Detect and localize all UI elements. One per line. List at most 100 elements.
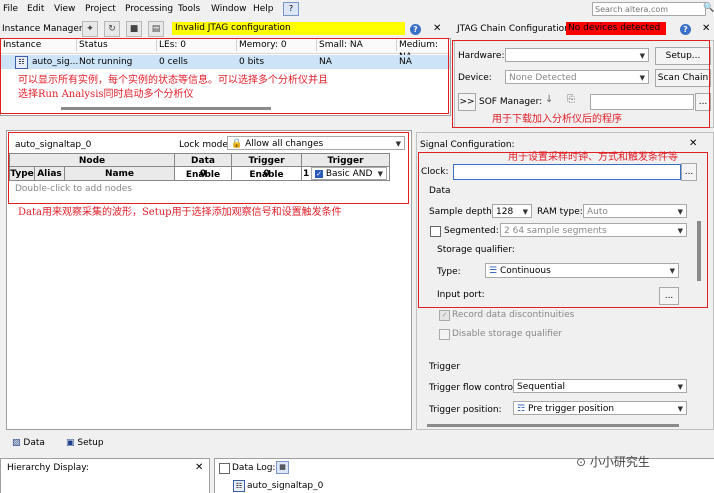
type-header[interactable]: Type — [9, 167, 35, 181]
run-analysis-icon[interactable]: ↻ — [104, 21, 120, 37]
signal-config-panel: Signal Configuration: ✕ Clock: ... Data … — [416, 132, 714, 430]
segmented-select[interactable]: 2 64 sample segments ▼ — [500, 223, 687, 237]
signal-annotation: 用于设置采样时钟、方式和触发条件等 — [508, 152, 678, 163]
signal-config-vscrollbar[interactable] — [697, 221, 701, 281]
autorun-icon[interactable]: ✦ — [82, 21, 98, 37]
hierarchy-close-icon[interactable]: ✕ — [195, 462, 203, 474]
lock-mode-select[interactable]: 🔒 Allow all changes ▼ — [227, 136, 405, 150]
chevron-down-icon: ▼ — [639, 74, 645, 82]
menu-view[interactable]: View — [54, 3, 75, 15]
record-label: Record data discontinuities — [452, 310, 575, 320]
menu-file[interactable]: File — [3, 3, 18, 15]
whats-this-icon[interactable]: ? — [283, 2, 299, 16]
menu-project[interactable]: Project — [85, 3, 116, 15]
read-data-icon[interactable]: ▤ — [148, 21, 164, 37]
instance-manager-label: Instance Manager: — [2, 24, 86, 34]
trigger-flow-value: Sequential — [517, 382, 565, 392]
sample-depth-select[interactable]: 128 ▼ — [492, 204, 532, 218]
jtag-help-icon[interactable]: ? — [680, 24, 691, 35]
col-instance[interactable]: Instance — [1, 39, 77, 51]
segmented-checkbox[interactable] — [430, 226, 441, 237]
col-memory[interactable]: Memory: 0 — [237, 39, 317, 51]
node-header[interactable]: Node — [9, 153, 175, 167]
jtag-label: JTAG Chain Configuration: — [457, 24, 573, 34]
record-checkbox[interactable]: ✓ — [439, 310, 450, 321]
menu-processing[interactable]: Processing — [125, 3, 173, 15]
signal-config-close-icon[interactable]: ✕ — [689, 138, 697, 150]
alias-header[interactable]: Alias — [35, 167, 65, 181]
sof-file-input[interactable] — [590, 94, 694, 110]
clock-browse-button[interactable]: ... — [681, 163, 697, 181]
trigger-enable-header[interactable]: Trigger Enable — [232, 153, 302, 180]
trigger-flow-select[interactable]: Sequential ▼ — [513, 379, 687, 393]
instance-les: 0 cells — [159, 57, 188, 67]
sof-expand-button[interactable]: >> — [458, 93, 476, 111]
trigger-condition-select[interactable]: ✓ Basic AND ▼ — [311, 167, 387, 180]
view-tabs: ▨ Data ▣ Setup — [0, 434, 714, 452]
table-row[interactable]: ☷ auto_sig... Not running 0 cells 0 bits… — [1, 55, 450, 69]
clock-input[interactable] — [453, 164, 681, 180]
instance-memory: 0 bits — [239, 57, 265, 67]
instance-close-icon[interactable]: ✕ — [433, 23, 441, 35]
lock-mode-value: Allow all changes — [245, 139, 324, 149]
data-enable-header[interactable]: Data Enable — [175, 153, 232, 180]
jtag-close-icon[interactable]: ✕ — [702, 23, 710, 35]
data-log-checkbox[interactable] — [219, 463, 230, 474]
tab-data-label: Data — [23, 438, 45, 448]
trigger-conditions-header[interactable]: Trigger Conditions — [302, 153, 390, 180]
setup-tab-icon: ▣ — [66, 438, 75, 448]
search-input[interactable] — [592, 2, 706, 16]
trigger-position-label: Trigger position: — [429, 405, 502, 415]
col-status[interactable]: Status — [77, 39, 157, 51]
sof-browse-button[interactable]: ... — [695, 93, 711, 111]
scan-chain-button[interactable]: Scan Chain — [655, 69, 711, 87]
menu-window[interactable]: Window — [211, 3, 247, 15]
data-log-icon[interactable]: ▦ — [276, 461, 289, 474]
segmented-label: Segmented: — [444, 226, 499, 236]
instance-help-icon[interactable]: ? — [410, 24, 421, 35]
col-small[interactable]: Small: NA — [317, 39, 397, 51]
search-icon[interactable]: 🔍 — [703, 3, 714, 13]
disable-sq-checkbox[interactable] — [439, 329, 450, 340]
ram-type-value: Auto — [587, 207, 608, 217]
sample-depth-value: 128 — [496, 207, 514, 217]
tab-data[interactable]: ▨ Data — [12, 436, 54, 450]
tab-setup[interactable]: ▣ Setup — [66, 436, 110, 450]
chevron-down-icon: ▼ — [677, 383, 683, 391]
device-select[interactable]: None Detected ▼ — [505, 70, 649, 84]
menu-help[interactable]: Help — [253, 3, 274, 15]
instance-hscrollbar[interactable] — [61, 107, 271, 110]
watermark: ⊙ 小小研究生 — [576, 453, 650, 471]
menu-bar: File Edit View Project Processing Tools … — [0, 0, 714, 18]
chevron-down-icon: ▼ — [669, 267, 675, 275]
lock-icon: 🔒 — [231, 139, 243, 149]
data-group-label: Data — [429, 186, 451, 196]
name-header[interactable]: Name — [65, 167, 175, 181]
hardware-select[interactable]: ▼ — [505, 48, 649, 62]
instance-name: auto_sig... — [32, 57, 79, 67]
sq-type-select[interactable]: ☰ Continuous ▼ — [485, 263, 679, 278]
col-medium[interactable]: Medium: NA — [397, 39, 450, 62]
data-log-label: Data Log: — [232, 463, 276, 473]
hierarchy-label: Hierarchy Display: — [7, 463, 89, 473]
setup-button[interactable]: Setup... — [655, 47, 711, 65]
col-les[interactable]: LEs: 0 — [157, 39, 237, 51]
add-nodes-hint: Double-click to add nodes — [15, 184, 132, 194]
data-log-item[interactable]: auto_signaltap_0 — [247, 480, 323, 492]
signal-config-hscrollbar[interactable] — [427, 424, 679, 427]
menu-tools[interactable]: Tools — [178, 3, 200, 15]
program-device-icon[interactable]: ↓ — [545, 94, 553, 105]
attach-icon[interactable]: ⎘ — [567, 94, 575, 105]
menu-edit[interactable]: Edit — [27, 3, 44, 15]
chevron-down-icon: ▼ — [522, 208, 528, 216]
stop-analysis-icon[interactable]: ■ — [126, 21, 142, 37]
node-table: Node Data Enable Trigger Enable Trigger … — [9, 153, 409, 197]
instance-small: NA — [319, 57, 332, 67]
input-port-browse-button[interactable]: ... — [659, 287, 679, 305]
sample-depth-label: Sample depth: — [429, 207, 495, 217]
trigger-enable-value: 0 — [232, 167, 302, 181]
ram-type-select[interactable]: Auto ▼ — [583, 204, 687, 218]
hierarchy-panel: Hierarchy Display: ✕ — [0, 458, 210, 493]
checkbox-icon: ✓ — [315, 170, 323, 178]
trigger-position-select[interactable]: ☶ Pre trigger position ▼ — [513, 401, 687, 415]
